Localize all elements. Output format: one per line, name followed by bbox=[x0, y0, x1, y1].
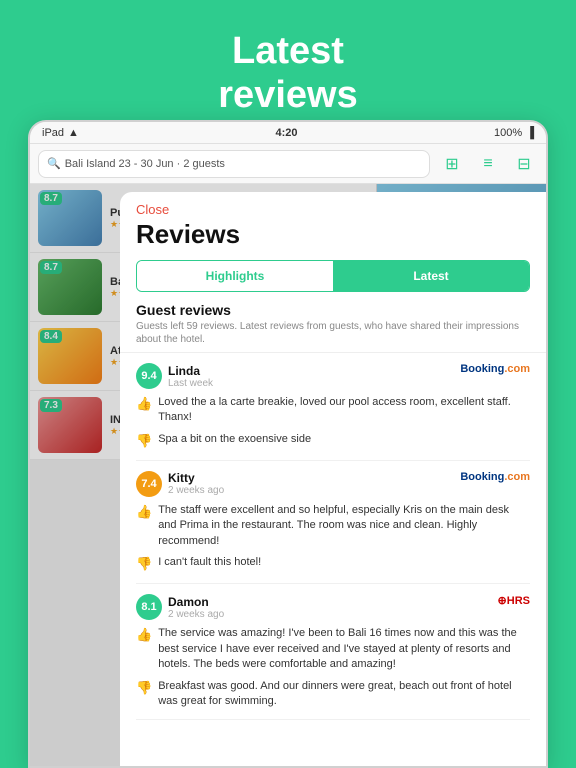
guest-reviews-subtitle: Guests left 59 reviews. Latest reviews f… bbox=[136, 320, 530, 346]
close-button[interactable]: Close bbox=[136, 202, 530, 217]
battery-label: 100% bbox=[494, 127, 522, 139]
reviewer-score: 7.4 bbox=[136, 471, 162, 497]
search-bar[interactable]: 🔍 Bali Island 23 - 30 Jun · 2 guests bbox=[38, 150, 430, 178]
review-negative: 👎 I can't fault this hotel! bbox=[136, 555, 530, 573]
reviewer-name: Damon bbox=[168, 595, 224, 609]
battery-icon: ▐ bbox=[526, 127, 534, 139]
reviewer-details: Linda Last week bbox=[168, 364, 213, 389]
reviewer-info: 7.4 Kitty 2 weeks ago bbox=[136, 471, 224, 497]
reviewer-time: 2 weeks ago bbox=[168, 609, 224, 620]
tab-highlights[interactable]: Highlights bbox=[137, 261, 333, 291]
thumbs-down-icon: 👎 bbox=[136, 555, 152, 573]
hrs-logo: ⊕HRS bbox=[498, 594, 530, 607]
review-negative: 👎 Spa a bit on the exoensive side bbox=[136, 432, 530, 450]
tab-latest[interactable]: Latest bbox=[333, 261, 529, 291]
status-left: iPad ▲ bbox=[42, 127, 79, 139]
modal-header: Close Reviews bbox=[120, 192, 546, 250]
filter-icon[interactable]: ≡ bbox=[474, 150, 502, 178]
status-right: 100% ▐ bbox=[494, 127, 534, 139]
device-frame: iPad ▲ 4:20 100% ▐ 🔍 Bali Island 23 - 30… bbox=[28, 120, 548, 768]
review-item: 7.4 Kitty 2 weeks ago Booking.com 👍 The … bbox=[136, 461, 530, 584]
reviewer-time: 2 weeks ago bbox=[168, 485, 224, 496]
thumbs-down-icon: 👎 bbox=[136, 679, 152, 697]
modal-title: Reviews bbox=[136, 219, 530, 250]
review-item: 8.1 Damon 2 weeks ago ⊕HRS 👍 The service… bbox=[136, 584, 530, 720]
reviewer-info: 9.4 Linda Last week bbox=[136, 363, 213, 389]
guest-reviews-title: Guest reviews bbox=[136, 302, 530, 318]
thumbs-up-icon: 👍 bbox=[136, 503, 152, 521]
review-header: 7.4 Kitty 2 weeks ago Booking.com bbox=[136, 471, 530, 497]
thumbs-down-icon: 👎 bbox=[136, 432, 152, 450]
status-bar: iPad ▲ 4:20 100% ▐ bbox=[30, 122, 546, 144]
main-content: 8.7 Pushka Inn... ★★★★☆ 8.7 Bali-Indo R.… bbox=[30, 184, 546, 766]
reviews-modal: Close Reviews Highlights Latest Guest re… bbox=[120, 192, 546, 766]
device-label: iPad bbox=[42, 127, 64, 139]
reviewer-info: 8.1 Damon 2 weeks ago bbox=[136, 594, 224, 620]
reviewer-time: Last week bbox=[168, 378, 213, 389]
guest-reviews-section: Guest reviews Guests left 59 reviews. La… bbox=[120, 292, 546, 353]
review-negative: 👎 Breakfast was good. And our dinners we… bbox=[136, 679, 530, 710]
reviewer-score: 9.4 bbox=[136, 363, 162, 389]
review-positive: 👍 Loved the a la carte breakie, loved ou… bbox=[136, 395, 530, 426]
source-logo: Booking.com bbox=[460, 471, 530, 483]
search-icon: 🔍 bbox=[47, 157, 61, 170]
review-header: 8.1 Damon 2 weeks ago ⊕HRS bbox=[136, 594, 530, 620]
review-list: 9.4 Linda Last week Booking.com 👍 Loved … bbox=[120, 353, 546, 766]
review-item: 9.4 Linda Last week Booking.com 👍 Loved … bbox=[136, 353, 530, 461]
sort-icon[interactable]: ⊟ bbox=[510, 150, 538, 178]
reviewer-details: Kitty 2 weeks ago bbox=[168, 471, 224, 496]
thumbs-up-icon: 👍 bbox=[136, 395, 152, 413]
thumbs-up-icon: 👍 bbox=[136, 626, 152, 644]
reviewer-name: Linda bbox=[168, 364, 213, 378]
page-title: Latestreviews bbox=[218, 30, 357, 117]
reviewer-score: 8.1 bbox=[136, 594, 162, 620]
source-logo: Booking.com bbox=[460, 363, 530, 375]
search-text: Bali Island 23 - 30 Jun · 2 guests bbox=[65, 158, 225, 170]
review-header: 9.4 Linda Last week Booking.com bbox=[136, 363, 530, 389]
wifi-icon: ▲ bbox=[68, 127, 79, 139]
reviewer-details: Damon 2 weeks ago bbox=[168, 595, 224, 620]
review-positive: 👍 The service was amazing! I've been to … bbox=[136, 626, 530, 672]
reviewer-name: Kitty bbox=[168, 471, 224, 485]
status-time: 4:20 bbox=[275, 127, 297, 139]
tab-bar: Highlights Latest bbox=[136, 260, 530, 292]
map-toggle-icon[interactable]: ⊞ bbox=[438, 150, 466, 178]
review-positive: 👍 The staff were excellent and so helpfu… bbox=[136, 503, 530, 549]
nav-bar: 🔍 Bali Island 23 - 30 Jun · 2 guests ⊞ ≡… bbox=[30, 144, 546, 184]
